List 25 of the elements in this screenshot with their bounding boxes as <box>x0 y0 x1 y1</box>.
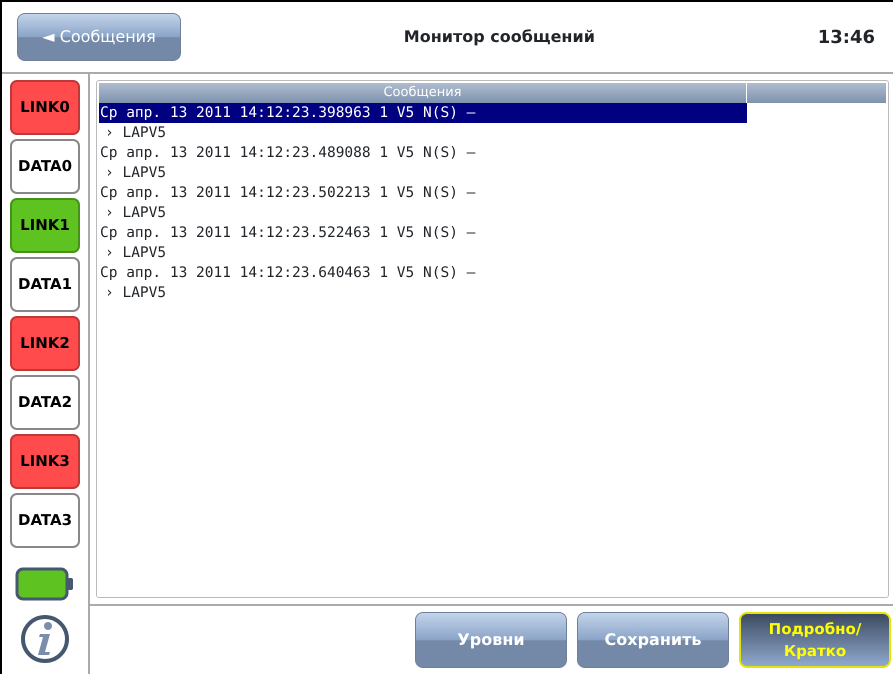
message-row[interactable]: Ср апр. 13 2011 14:12:23.489088 1 V5 N(S) – <box>99 143 747 163</box>
message-detail: › LAPV5 <box>104 124 168 143</box>
message-row[interactable]: Ср апр. 13 2011 14:12:23.398963 1 V5 N(S) – <box>99 103 747 123</box>
message-detail: › LAPV5 <box>104 164 168 183</box>
message-row[interactable]: Ср апр. 13 2011 14:12:23.522463 1 V5 N(S) – <box>99 223 747 243</box>
window-title: Монитор сообщений <box>402 26 596 48</box>
back-button[interactable]: ◄ Сообщения <box>17 13 181 61</box>
info-icon[interactable] <box>20 614 70 664</box>
link-button[interactable]: DATA2 <box>10 375 80 430</box>
link-button[interactable]: LINK1 <box>10 198 80 253</box>
toolbar-button[interactable]: Подробно/Кратко <box>739 612 891 668</box>
link-button[interactable]: LINK0 <box>10 80 80 135</box>
message-detail: › LAPV5 <box>104 284 168 303</box>
toolbar-button[interactable]: Сохранить <box>577 612 729 668</box>
message-row[interactable]: Ср апр. 13 2011 14:12:23.502213 1 V5 N(S) – <box>99 183 747 203</box>
message-detail: › LAPV5 <box>104 244 168 263</box>
message-row[interactable]: Ср апр. 13 2011 14:12:23.640463 1 V5 N(S) – <box>99 263 747 283</box>
link-button[interactable]: DATA0 <box>10 139 80 194</box>
battery-icon <box>14 566 76 602</box>
link-button[interactable]: LINK2 <box>10 316 80 371</box>
link-button[interactable]: LINK3 <box>10 434 80 489</box>
link-button[interactable]: DATA1 <box>10 257 80 312</box>
message-detail: › LAPV5 <box>104 204 168 223</box>
clock: 13:46 <box>818 26 875 50</box>
link-button[interactable]: DATA3 <box>10 493 80 548</box>
